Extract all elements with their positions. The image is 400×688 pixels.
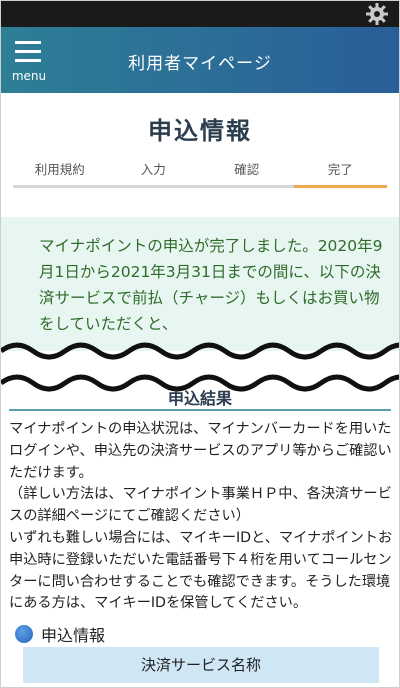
notice-text: マイナポイントの申込が完了しました。2020年9月1日から2021年3月31日ま… bbox=[39, 237, 383, 333]
step-complete: 完了 bbox=[293, 159, 387, 189]
step-indicator bbox=[293, 185, 387, 188]
step-terms: 利用規約 bbox=[13, 159, 107, 189]
bullet-icon bbox=[15, 625, 33, 643]
header-title: 利用者マイページ bbox=[128, 54, 272, 74]
step-label: 利用規約 bbox=[34, 162, 85, 177]
gear-icon[interactable] bbox=[365, 2, 389, 26]
step-indicator bbox=[106, 185, 200, 188]
app-header: menu 利用者マイページ bbox=[1, 27, 399, 93]
step-confirm: 確認 bbox=[200, 159, 294, 189]
section-header: 申込情報 bbox=[15, 623, 105, 645]
result-divider bbox=[9, 409, 391, 411]
step-input: 入力 bbox=[106, 159, 200, 189]
step-label: 入力 bbox=[140, 162, 166, 177]
result-heading: 申込結果 bbox=[167, 389, 232, 408]
page-frame: menu 利用者マイページ 申込情報 利用規約 入力 確認 完了 マイナポイント… bbox=[0, 0, 400, 688]
step-indicator bbox=[200, 185, 294, 188]
status-bar bbox=[1, 1, 399, 27]
page-title: 申込情報 bbox=[148, 117, 252, 145]
hamburger-icon bbox=[15, 41, 41, 44]
service-table-header: 決済サービス名称 bbox=[23, 647, 379, 683]
result-body: マイナポイントの申込状況は、マイナンバーカードを用いたログインや、申込先の決済サ… bbox=[9, 421, 393, 612]
section-title: 申込情報 bbox=[41, 626, 106, 645]
step-label: 確認 bbox=[234, 162, 260, 177]
step-indicator bbox=[13, 185, 107, 188]
progress-steps: 利用規約 入力 確認 完了 bbox=[13, 159, 387, 189]
step-label: 完了 bbox=[327, 162, 353, 177]
